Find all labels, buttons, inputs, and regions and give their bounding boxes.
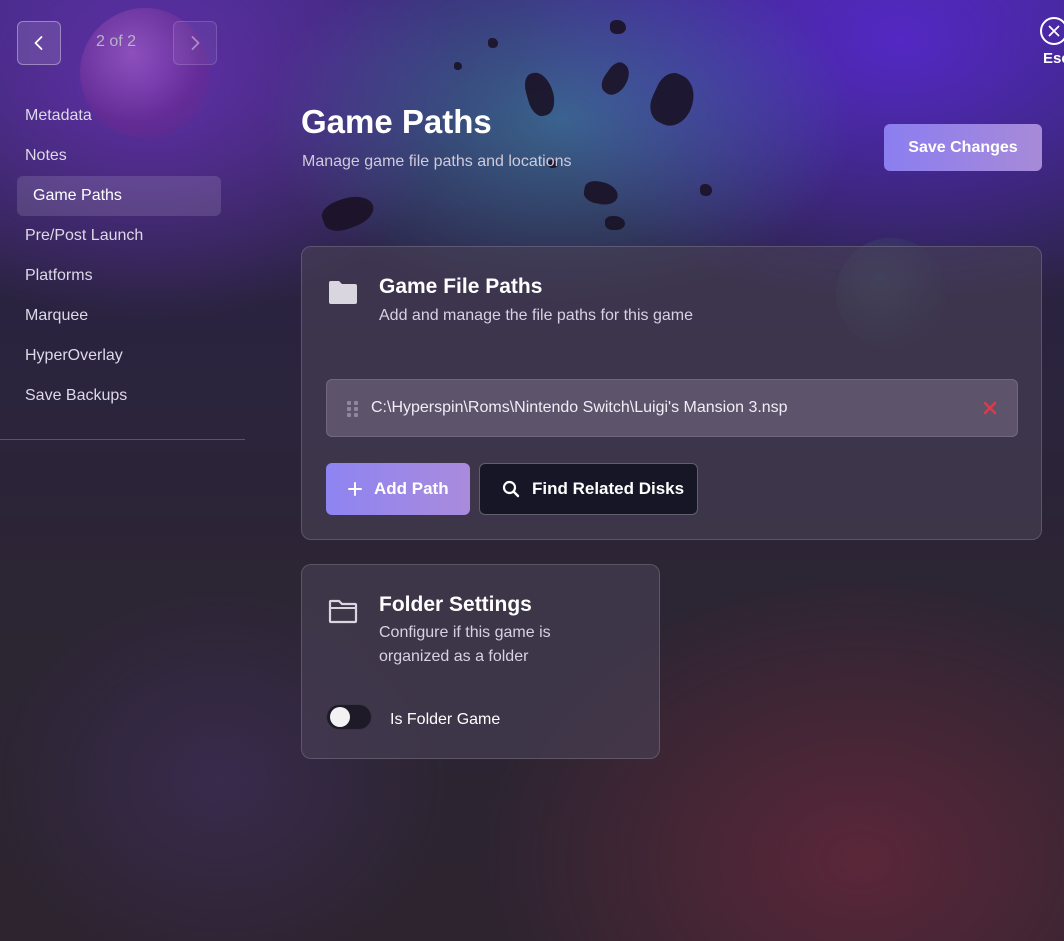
page-counter: 2 of 2 [96, 33, 137, 50]
remove-path-icon[interactable] [981, 399, 999, 417]
path-row[interactable]: C:\Hyperspin\Roms\Nintendo Switch\Luigi'… [326, 379, 1018, 437]
plus-icon [348, 482, 362, 496]
toggle-knob [330, 707, 350, 727]
card-title: Folder Settings [379, 593, 532, 616]
is-folder-game-toggle[interactable] [326, 704, 372, 730]
sidebar-item-metadata[interactable]: Metadata [17, 96, 221, 136]
background-asteroid [521, 69, 559, 119]
close-button[interactable]: Esc [1040, 17, 1064, 67]
esc-label: Esc [1043, 50, 1064, 67]
page-subtitle: Manage game file paths and locations [302, 153, 572, 170]
background-asteroid [318, 190, 378, 236]
game-file-paths-card: Game File Paths Add and manage the file … [301, 246, 1042, 540]
search-icon [502, 480, 520, 498]
background-asteroid [700, 184, 712, 196]
close-icon [1040, 17, 1064, 45]
sidebar-item-hyperoverlay[interactable]: HyperOverlay [17, 336, 221, 376]
drag-handle-icon[interactable] [347, 401, 359, 417]
sidebar-item-platforms[interactable]: Platforms [17, 256, 221, 296]
next-game-button[interactable] [173, 21, 217, 65]
sidebar-divider [0, 439, 245, 440]
card-description: Add and manage the file paths for this g… [379, 307, 693, 324]
card-description-line-1: Configure if this game is [379, 624, 551, 641]
find-related-disks-label: Find Related Disks [532, 479, 685, 498]
folder-outline-icon [328, 599, 358, 624]
sidebar-item-pre-post-launch[interactable]: Pre/Post Launch [17, 216, 221, 256]
background-asteroid [582, 179, 620, 207]
save-changes-button[interactable]: Save Changes [884, 124, 1042, 171]
sidebar-item-game-paths[interactable]: Game Paths [17, 176, 221, 216]
background-asteroid [488, 38, 498, 48]
add-path-button[interactable]: Add Path [326, 463, 470, 515]
chevron-right-icon [191, 36, 200, 50]
add-path-label: Add Path [374, 479, 449, 498]
folder-settings-card: Folder Settings Configure if this game i… [301, 564, 660, 759]
path-value: C:\Hyperspin\Roms\Nintendo Switch\Luigi'… [371, 399, 788, 416]
sidebar-item-save-backups[interactable]: Save Backups [17, 376, 221, 416]
is-folder-game-label: Is Folder Game [390, 711, 501, 728]
background-asteroid [454, 62, 462, 70]
find-related-disks-button[interactable]: Find Related Disks [479, 463, 698, 515]
background-asteroid [610, 20, 626, 34]
sidebar-item-marquee[interactable]: Marquee [17, 296, 221, 336]
background-asteroid [597, 58, 635, 100]
page-title: Game Paths [301, 103, 492, 140]
chevron-left-icon [34, 36, 43, 50]
background-asteroid [643, 67, 703, 133]
card-title: Game File Paths [379, 275, 543, 298]
card-description-line-2: organized as a folder [379, 648, 529, 665]
sidebar-item-notes[interactable]: Notes [17, 136, 221, 176]
folder-icon [329, 281, 357, 304]
background-asteroid [605, 216, 625, 230]
previous-game-button[interactable] [17, 21, 61, 65]
